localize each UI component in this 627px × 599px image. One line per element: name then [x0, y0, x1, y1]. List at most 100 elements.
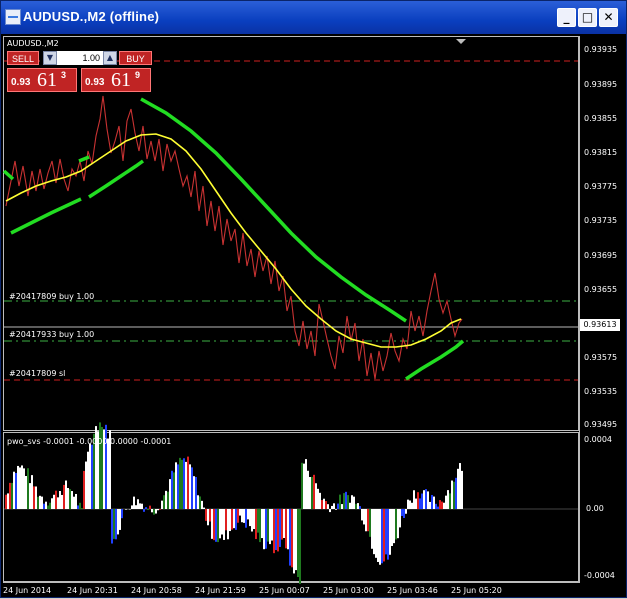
histogram-bar: [155, 509, 157, 514]
histogram-bar: [273, 509, 275, 553]
histogram-bar: [141, 504, 143, 509]
indicator-level: -0.0004: [584, 571, 615, 580]
histogram-bar: [201, 501, 203, 509]
y-label: 0.93775: [584, 182, 617, 191]
histogram-bar: [379, 509, 381, 565]
histogram-bar: [293, 509, 295, 573]
x-label: 25 Jun 03:00: [323, 586, 374, 595]
order-label-sl: #20417809 sl: [9, 369, 65, 378]
histogram-bar: [401, 509, 403, 516]
histogram-bar: [161, 501, 163, 509]
histogram-bar: [149, 506, 151, 509]
histogram-bar: [203, 508, 205, 509]
histogram-bar: [297, 509, 299, 577]
histogram-bar: [323, 499, 325, 509]
histogram-bar: [387, 509, 389, 560]
histogram-bar: [213, 509, 215, 540]
histogram-bar: [139, 503, 141, 509]
histogram-bar: [279, 509, 281, 547]
x-label: 24 Jun 21:59: [195, 586, 246, 595]
histogram-bar: [143, 509, 145, 512]
histogram-bar: [29, 483, 31, 509]
histogram-bar: [277, 509, 279, 551]
histogram-bar: [437, 507, 439, 509]
histogram-bar: [281, 509, 283, 540]
histogram-bar: [267, 509, 269, 542]
histogram-bar: [381, 509, 383, 563]
histogram-bar: [57, 497, 59, 509]
histogram-bar: [67, 488, 69, 509]
histogram-bar: [313, 475, 315, 509]
histogram-bar: [271, 509, 273, 541]
histogram-bar: [171, 471, 173, 509]
histogram-bar: [431, 495, 433, 509]
buy-button[interactable]: BUY: [119, 51, 152, 65]
histogram-bar: [91, 445, 93, 509]
indicator-histogram: [5, 422, 463, 584]
histogram-bar: [215, 509, 217, 542]
histogram-bar: [33, 486, 35, 509]
histogram-bar: [315, 483, 317, 509]
histogram-bar: [353, 497, 355, 509]
histogram-bar: [417, 492, 419, 509]
histogram-bar: [391, 509, 393, 546]
histogram-bar: [117, 509, 119, 534]
histogram-bar: [89, 444, 91, 509]
histogram-bar: [439, 500, 441, 509]
histogram-bar: [253, 509, 255, 529]
buy-quote[interactable]: 0.93 61 9: [81, 68, 151, 92]
histogram-bar: [133, 497, 135, 509]
histogram-bar: [83, 471, 85, 509]
histogram-bar: [153, 509, 155, 515]
sell-button[interactable]: SELL: [7, 51, 39, 65]
green-ma-lower-mid: [89, 161, 143, 197]
indicator-level: 0.0004: [584, 435, 612, 444]
indicator-level: 0.00: [586, 504, 604, 513]
histogram-bar: [263, 509, 265, 549]
histogram-bar: [173, 472, 175, 509]
green-ma-lower-left: [11, 199, 81, 233]
x-label: 25 Jun 00:07: [259, 586, 310, 595]
histogram-bar: [403, 509, 405, 518]
histogram-bar: [389, 509, 391, 555]
histogram-bar: [131, 505, 133, 509]
lot-decrease-icon[interactable]: ▼: [43, 51, 57, 65]
histogram-bar: [239, 509, 241, 516]
histogram-bar: [217, 509, 219, 542]
y-label: 0.93575: [584, 353, 617, 362]
histogram-bar: [321, 500, 323, 509]
lot-size-input[interactable]: 1.00: [57, 51, 103, 65]
histogram-bar: [367, 509, 369, 531]
sell-quote[interactable]: 0.93 61 3: [7, 68, 77, 92]
buy-quote-fraction: 9: [135, 70, 140, 80]
histogram-bar: [41, 497, 43, 509]
histogram-bar: [329, 509, 331, 512]
buy-quote-pips: 61: [111, 69, 131, 92]
lot-increase-icon[interactable]: ▲: [103, 51, 117, 65]
histogram-bar: [345, 492, 347, 509]
histogram-bar: [327, 504, 329, 509]
histogram-bar: [371, 509, 373, 549]
histogram-bar: [355, 504, 357, 509]
histogram-bar: [45, 502, 47, 509]
histogram-bar: [433, 497, 435, 509]
histogram-bar: [363, 509, 365, 524]
histogram-bar: [193, 476, 195, 509]
histogram-bar: [181, 460, 183, 509]
histogram-bar: [205, 509, 207, 521]
histogram-bar: [265, 509, 267, 549]
histogram-bar: [39, 496, 41, 509]
histogram-bar: [255, 509, 257, 539]
histogram-bar: [151, 509, 153, 512]
green-ma-lower-right: [406, 341, 463, 379]
one-click-trading-panel: SELL ▼ 1.00 ▲ BUY 0.93 61 3 0.93 61 9: [7, 49, 149, 94]
histogram-bar: [169, 479, 171, 509]
histogram-bar: [233, 509, 235, 528]
y-label: 0.93535: [584, 387, 617, 396]
histogram-bar: [191, 467, 193, 509]
histogram-bar: [259, 509, 261, 542]
histogram-bar: [247, 509, 249, 519]
histogram-bar: [59, 491, 61, 509]
histogram-bar: [85, 462, 87, 509]
histogram-bar: [347, 495, 349, 509]
